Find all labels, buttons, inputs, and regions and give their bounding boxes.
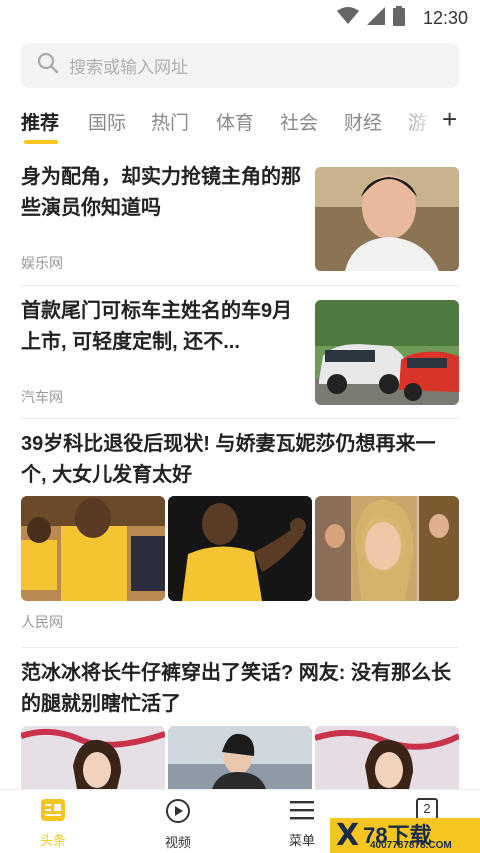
tabs-fade bbox=[400, 104, 436, 140]
menu-icon bbox=[289, 801, 315, 826]
battery-icon bbox=[392, 6, 405, 31]
status-bar: 12:30 bbox=[0, 0, 480, 34]
article-thumbnail bbox=[168, 496, 312, 601]
nav-tabs-count[interactable]: 2 bbox=[387, 798, 467, 820]
wifi-icon bbox=[336, 7, 359, 30]
divider bbox=[21, 418, 459, 419]
add-tab-button[interactable]: + bbox=[442, 106, 457, 132]
article-thumbnail bbox=[315, 167, 459, 271]
tab-sports[interactable]: 体育 bbox=[216, 108, 254, 135]
tabs-count-icon: 2 bbox=[416, 798, 438, 820]
article-item[interactable]: 范冰冰将长牛仔裤穿出了笑话? 网友: 没有那么长的腿就别瞎忙活了 bbox=[21, 658, 459, 720]
nav-video[interactable]: 视频 bbox=[138, 798, 218, 851]
watermark-url: 4007787878.COM bbox=[370, 840, 452, 851]
search-input[interactable]: 搜索或输入网址 bbox=[21, 43, 459, 88]
divider bbox=[21, 647, 459, 648]
article-title: 首款尾门可标车主姓名的车9月上市, 可轻度定制, 还不... bbox=[21, 300, 293, 353]
search-icon bbox=[37, 52, 59, 79]
nav-label: 视频 bbox=[164, 835, 191, 850]
tab-international[interactable]: 国际 bbox=[88, 108, 126, 135]
article-source: 人民网 bbox=[21, 614, 63, 630]
nav-headlines[interactable]: 头条 bbox=[13, 798, 93, 849]
article-thumbnail bbox=[315, 726, 459, 789]
article-thumbnail bbox=[21, 496, 165, 601]
nav-label: 头条 bbox=[39, 833, 66, 848]
article-source: 娱乐网 bbox=[21, 255, 63, 271]
tab-finance[interactable]: 财经 bbox=[344, 108, 382, 135]
article-thumbnail bbox=[315, 300, 459, 405]
article-thumbnail bbox=[168, 726, 312, 789]
watermark-mark: X bbox=[336, 818, 360, 853]
active-tab-indicator bbox=[24, 140, 58, 144]
article-thumbnail bbox=[21, 726, 165, 789]
play-icon bbox=[165, 799, 191, 828]
article-item[interactable]: 39岁科比退役后现状! 与娇妻瓦妮莎仍想再来一个, 大女儿发育太好 人民网 bbox=[21, 429, 459, 630]
article-title: 身为配角，却实力抢镜主角的那些演员你知道吗 bbox=[21, 166, 301, 219]
divider bbox=[21, 285, 459, 286]
article-title: 范冰冰将长牛仔裤穿出了笑话? 网友: 没有那么长的腿就别瞎忙活了 bbox=[21, 662, 451, 715]
article-thumbnail bbox=[315, 496, 459, 601]
tab-hot[interactable]: 热门 bbox=[151, 108, 189, 135]
signal-icon bbox=[366, 7, 385, 30]
tab-society[interactable]: 社会 bbox=[280, 108, 318, 135]
search-placeholder: 搜索或输入网址 bbox=[69, 58, 188, 77]
tab-recommend[interactable]: 推荐 bbox=[21, 108, 59, 135]
headline-icon bbox=[40, 799, 66, 826]
article-source: 汽车网 bbox=[21, 389, 63, 405]
status-time: 12:30 bbox=[422, 8, 468, 28]
category-tabs: 推荐 国际 热门 体育 社会 财经 游 + bbox=[0, 104, 480, 146]
watermark-logo: X 78下载 4007787878.COM bbox=[330, 818, 480, 853]
article-title: 39岁科比退役后现状! 与娇妻瓦妮莎仍想再来一个, 大女儿发育太好 bbox=[21, 433, 436, 486]
